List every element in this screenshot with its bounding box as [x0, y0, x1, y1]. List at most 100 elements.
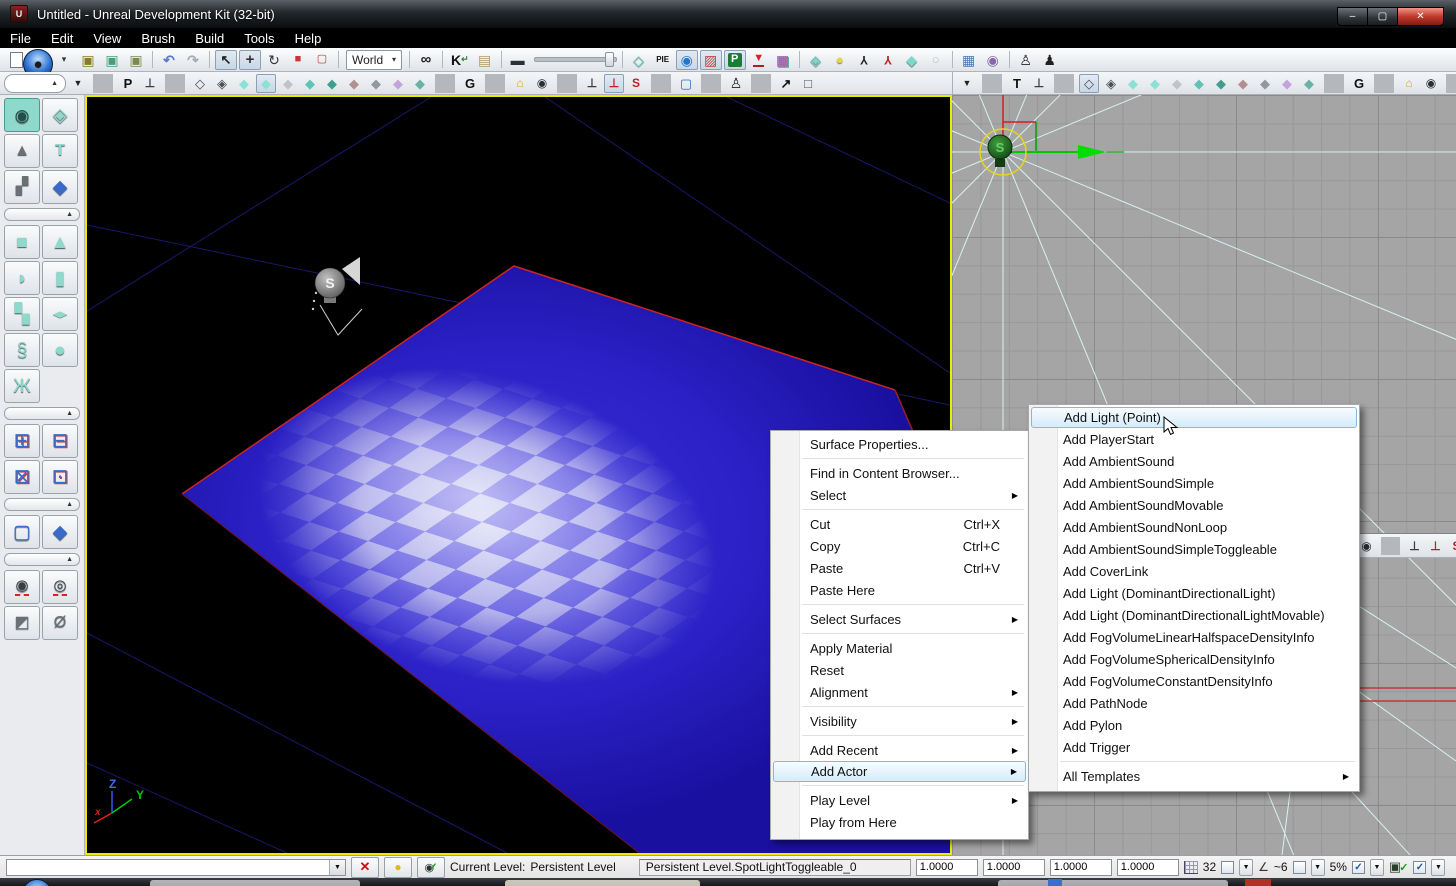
coordinate-system-dropdown[interactable]: World [346, 49, 402, 70]
scale-tool-button[interactable]: ■ [287, 50, 309, 70]
game-view-button[interactable]: G [460, 74, 480, 93]
add-volume-button[interactable]: ◆ [42, 515, 78, 549]
taskbar-button[interactable] [150, 880, 360, 886]
select-tool-button[interactable]: ↖ [215, 49, 237, 70]
realtime-preview-button[interactable]: ◉ [675, 49, 698, 70]
menu-item[interactable]: Select ▶ [773, 484, 1026, 506]
close-button[interactable]: ✕ [1398, 7, 1444, 26]
submenu-item[interactable]: Add AmbientSoundSimple [1031, 472, 1357, 494]
submenu-item[interactable]: Add AmbientSoundSimpleToggleable [1031, 538, 1357, 560]
menubar-item[interactable]: Tools [234, 28, 284, 48]
texel-density-mode-button[interactable]: ◆ [410, 74, 430, 93]
menubar-item[interactable]: Help [285, 28, 332, 48]
submenu-item[interactable]: Add AmbientSoundMovable [1031, 494, 1357, 516]
menubar-item[interactable]: Brush [131, 28, 185, 48]
shader-complexity-mode-button[interactable]: ◆ [366, 74, 386, 93]
combo-dropdown-icon[interactable]: ▼ [329, 859, 345, 875]
menu-item-add-actor[interactable]: Add Actor ▶ [773, 761, 1026, 782]
viewport-options-dropdown[interactable]: ▼ [957, 74, 977, 93]
brush-wireframe-mode-button[interactable]: ◈ [1101, 74, 1121, 93]
menu-item[interactable]: Copy Ctrl+C [773, 535, 1026, 557]
undo-button[interactable]: ↶ [158, 50, 180, 70]
path-tools-button[interactable]: Y [853, 50, 875, 70]
submenu-item[interactable]: Add AmbientSound [1031, 450, 1357, 472]
builder-linear-stairs-button[interactable]: ▚ [4, 297, 40, 331]
redo-button[interactable]: ↷ [182, 50, 204, 70]
texture-pan-mode-button[interactable]: ▞ [4, 170, 40, 204]
submenu-item[interactable]: Add CoverLink [1031, 560, 1357, 582]
builder-volumetric-button[interactable]: Ж [4, 369, 40, 403]
lighting-quality-button[interactable]: ● [384, 856, 412, 878]
save-all-writable-button[interactable]: ▣ [125, 50, 147, 70]
game-view-button[interactable]: G [1349, 74, 1369, 93]
sprite-category-button[interactable]: ▦ [772, 50, 794, 70]
perspective-view-button[interactable]: P [118, 74, 138, 93]
menu-item[interactable]: Add Recent ▶ [773, 739, 1026, 761]
drawscale-z-field[interactable] [1049, 858, 1112, 876]
translucent-selection-button[interactable]: ▢ [676, 74, 696, 93]
csg-add-button[interactable]: ⊞ [4, 424, 40, 458]
menu-item[interactable]: Select Surfaces ▶ [773, 608, 1026, 630]
detail-lighting-mode-button[interactable]: ◆ [278, 74, 298, 93]
autosave-checkbox[interactable]: ✓ [1351, 860, 1365, 874]
special-brush-button[interactable]: ▢ [4, 515, 40, 549]
drawscale-uniform-field[interactable] [1116, 858, 1179, 876]
light-complexity-mode-button[interactable]: ◆ [1211, 74, 1231, 93]
submenu-item[interactable]: Add PlayerStart [1031, 428, 1357, 450]
builder-sphere-button[interactable]: ● [42, 333, 78, 367]
build-all-button[interactable]: ♟ [1039, 50, 1061, 70]
invert-selection-button[interactable]: ◩ [4, 606, 40, 640]
menu-item[interactable]: Find in Content Browser... [773, 462, 1026, 484]
actor-class-combo[interactable]: ▼ [6, 858, 346, 876]
builder-cylinder-button[interactable]: ▮ [42, 261, 78, 295]
brush-wireframe-mode-button[interactable]: ◈ [212, 74, 232, 93]
hide-selected-button[interactable]: ◎ [42, 570, 78, 604]
build-paths-button[interactable]: ♙ [1015, 50, 1037, 70]
menubar-item[interactable]: File [0, 28, 41, 48]
dof-slider[interactable] [531, 50, 617, 70]
open-recent-dropdown[interactable]: ▾ [53, 50, 75, 70]
menu-item[interactable]: Reset [773, 659, 1026, 681]
show-flags-button[interactable]: ◉ [1421, 74, 1441, 93]
scale-nonuniform-tool-button[interactable]: ▢ [311, 50, 333, 70]
wireframe-mode-button[interactable]: ◇ [1079, 73, 1099, 93]
submenu-item-add-light-point[interactable]: Add Light (Point) [1031, 407, 1357, 428]
texture-density-mode-button[interactable]: ◆ [1233, 74, 1253, 93]
submenu-item[interactable]: Add Pylon [1031, 714, 1357, 736]
wireframe-mode-button[interactable]: ◇ [190, 74, 210, 93]
submenu-item[interactable]: Add PathNode [1031, 692, 1357, 714]
lighting-only-mode-button[interactable]: ◆ [300, 74, 320, 93]
play-in-editor-button[interactable]: P [723, 49, 746, 70]
modes-rollup[interactable]: ▲ [4, 208, 80, 221]
save-map-button[interactable]: ▣ [77, 50, 99, 70]
geometry-mode-button[interactable]: ◈ [42, 98, 78, 132]
texture-align-mode-button[interactable]: T [42, 134, 78, 168]
top-view-button[interactable]: T [1007, 74, 1027, 93]
rotation-snap-dropdown[interactable]: ▼ [1310, 858, 1325, 876]
grid-settings-button[interactable]: ▦ [958, 50, 980, 70]
spotlight-actor[interactable]: S [311, 257, 363, 336]
static-mesh-mode-button[interactable]: ◆ [42, 170, 78, 204]
builders-rollup[interactable]: ▲ [4, 407, 80, 420]
show-flags-button[interactable]: ◉ [532, 74, 552, 93]
unlit-mode-button[interactable]: ◆ [1123, 74, 1143, 93]
hide-unselected-button[interactable]: Ø [42, 606, 78, 640]
menu-item[interactable]: Apply Material [773, 637, 1026, 659]
menu-item[interactable]: Paste Here [773, 579, 1026, 601]
menubar-item[interactable]: Edit [41, 28, 83, 48]
shader-complexity-mode-button[interactable]: ◆ [1255, 74, 1275, 93]
menu-item[interactable]: Cut Ctrl+X [773, 513, 1026, 535]
minimize-button[interactable]: – [1337, 7, 1368, 26]
texture-density-mode-button[interactable]: ◆ [344, 74, 364, 93]
lighting-built-button[interactable]: ◉ ✓ [417, 856, 445, 878]
menu-item[interactable]: Surface Properties... [773, 433, 1026, 455]
submenu-item[interactable]: Add FogVolumeConstantDensityInfo [1031, 670, 1357, 692]
menu-item[interactable]: Play from Here [773, 811, 1026, 833]
terrain-mode-button[interactable]: ▲ [4, 134, 40, 168]
autosave-dropdown[interactable]: ▼ [1369, 858, 1384, 876]
brush-polys-button[interactable]: ◇ [628, 50, 650, 70]
maya-camera-button[interactable]: ⊥ [582, 74, 602, 93]
pie-visibility-button[interactable]: PIE [652, 50, 674, 70]
csg-intersect-button[interactable]: ⊠ [4, 460, 40, 494]
maya-camera-button[interactable]: ⊥ [1405, 537, 1424, 555]
